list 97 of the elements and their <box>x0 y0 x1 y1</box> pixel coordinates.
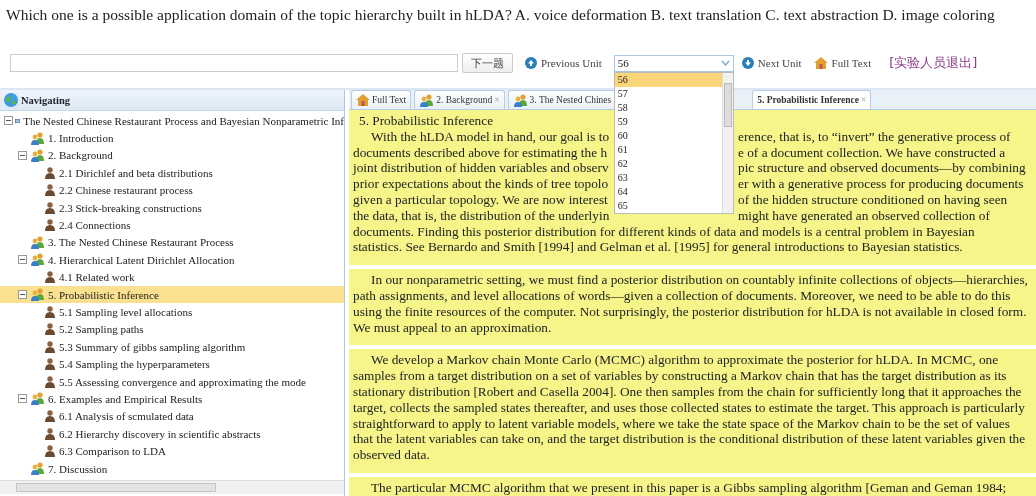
scrollbar[interactable] <box>721 72 733 213</box>
next-unit-link[interactable]: Next Unit <box>741 57 802 69</box>
tree-item[interactable]: 4.1 Related work <box>0 268 344 286</box>
house-icon <box>813 57 828 69</box>
person-icon <box>44 166 56 179</box>
dropdown-option[interactable]: 60 <box>614 128 722 143</box>
paragraph: The particular MCMC algorithm that we present in this paper is a Gibbs sampling algorithm [Geman and Geman 1984; <box>370 479 1008 496</box>
person-icon <box>44 323 56 336</box>
person-icon <box>44 219 56 232</box>
people-icon <box>30 462 45 475</box>
unit-select[interactable]: 56 <box>613 54 734 72</box>
house-icon <box>356 94 370 106</box>
tab[interactable]: 3. The Nested Chines <box>507 90 617 109</box>
dropdown-option[interactable]: 57 <box>614 86 722 101</box>
question-text: Which one is a possible application domain of the topic hierarchy built in hLDA? A. voice deformation B. text translation C. text abstraction D. image coloring <box>5 5 996 25</box>
tree-item[interactable]: 5.2 Sampling paths <box>0 320 344 339</box>
text-line: er with a generative process for producing documents <box>738 176 1024 192</box>
person-icon <box>44 306 56 318</box>
tree-item[interactable]: 4. Hierarchical Latent Dirichlet Allocation <box>0 251 344 269</box>
person-icon <box>44 358 56 371</box>
text-line: the data, that is, the distribution of the underlyin <box>353 207 611 224</box>
people-icon <box>419 93 435 107</box>
tree-item[interactable]: 1. Introduction <box>0 129 344 147</box>
tree-item[interactable]: 5.5 Assessing convergence and approximating the mode <box>0 372 344 391</box>
tree-item[interactable]: 2.2 Chinese restaurant process <box>0 181 344 199</box>
answer-field[interactable] <box>10 54 458 72</box>
person-icon <box>44 340 56 353</box>
people-icon <box>30 288 45 302</box>
text-line: statistics. See Bernardo and Smith [1994] and Gelman et al. [1995] for general introductions to Bayesian statistics. <box>353 239 964 256</box>
person-icon <box>44 410 56 423</box>
section-heading: 5. Probabilistic Inference <box>358 113 494 129</box>
next-question-button[interactable]: 下一题 <box>462 53 513 73</box>
tree-item[interactable]: 3. The Nested Chinese Restaurant Process <box>0 233 344 252</box>
exit-link[interactable]: [实验人员退出] <box>889 54 978 72</box>
dropdown-option[interactable]: 64 <box>614 184 722 199</box>
person-icon <box>44 201 56 214</box>
tree-item[interactable]: 2.1 Dirichlef and beta distributions <box>0 164 344 182</box>
person-icon <box>44 184 56 197</box>
tree-item[interactable]: 5. Probabilistic Inference <box>0 285 344 304</box>
dropdown-option[interactable]: 63 <box>614 170 722 185</box>
paragraph: We develop a Markov chain Monte Carlo (MCMC) algorithm to approximate the posterior for hLDA. In MCMC, one samples from a target distribution on a set of variables by constructing a Markov chain that has the target distribution as its stationary distribution [Robert and Casella 2004]. One then samples from the chain for sufficiently long that it approaches the target, collects the sampled states thereafter, and uses those collected states to estimate the target. This approach is particularly straightforward to apply to latent variable models, where we take the state space of the Markov chain to be the set of values that the latent variables can take on, and the target distribution is the conditional distribution of these latent variables given the observed data. <box>353 352 1027 463</box>
people-icon <box>30 148 45 162</box>
dropdown-option[interactable]: 65 <box>614 198 722 213</box>
up-arrow-icon <box>525 57 537 69</box>
person-icon <box>44 427 56 440</box>
people-icon <box>30 235 45 249</box>
text-line: might have generated an observed collection of <box>738 207 990 224</box>
dropdown-option[interactable]: 62 <box>614 156 722 171</box>
dropdown-option[interactable]: 58 <box>614 100 722 115</box>
text-line: documents. Finding this posterior distribution for different kinds of data and models is a central problem in Bayesian <box>353 223 976 240</box>
tree-item[interactable]: 7. Discussion <box>0 459 344 478</box>
tree-item[interactable]: 2. Background <box>0 146 344 165</box>
text-line: prior expectations about the kinds of tree topolo <box>353 176 610 192</box>
tree-item[interactable]: 6. Examples and Empirical Results <box>0 390 344 408</box>
collapse-icon[interactable] <box>18 290 27 300</box>
tree-item[interactable]: The Nested Chinese Restaurant Process and Bayesian Nonparametric Inf <box>0 112 344 130</box>
dropdown-option[interactable]: 61 <box>614 142 722 157</box>
tab[interactable]: 2. Background × <box>414 90 505 109</box>
collapse-icon[interactable] <box>18 150 27 160</box>
paragraph: In our nonparametric setting, we must find a posterior distribution on countably infinite collections of objects—hierarchies, path assignments, and level allocations of words—given a collection of documents. Moreover, we need to be able to do this using the finite resources of the computer. Not surprisingly, the posterior distribution for hLDA is not available in closed form. We must appeal to an approximation. <box>353 272 1029 336</box>
globe-icon <box>4 93 18 107</box>
panel-title: Navigating <box>21 94 70 106</box>
previous-unit-link[interactable]: Previous Unit <box>525 57 602 69</box>
text-line: given a particular topology. We are now interest <box>353 192 609 208</box>
text-line: With the hLDA model in hand, our goal is to <box>370 128 611 145</box>
text-line: joint distribution of hidden variables and observ <box>353 160 610 177</box>
collapse-icon[interactable] <box>18 255 27 265</box>
tree-item[interactable]: 6.3 Comparison to LDA <box>0 442 344 460</box>
tree-item[interactable]: 6.2 Hierarchy discovery in scientific abstracts <box>0 425 344 443</box>
text-line: e of a document collection. We have constructed a <box>738 144 1006 161</box>
tree-item[interactable]: 5.1 Sampling level allocations <box>0 303 344 321</box>
text-line: of the hidden structure conditioned on having seen <box>738 192 1008 208</box>
text-line: erence, that is, to “invert” the generative process of <box>738 128 1011 145</box>
text-line: pic structure and observed documents—by combining <box>738 160 1026 177</box>
people-icon <box>512 93 528 107</box>
tab[interactable]: 5. Probabilistic Inference × <box>752 90 872 109</box>
tree-item[interactable]: 2.3 Stick-breaking constructions <box>0 198 344 217</box>
tree-item[interactable]: 2.4 Connections <box>0 216 344 234</box>
people-icon <box>30 253 45 267</box>
tab[interactable]: Full Text <box>351 90 412 109</box>
collapse-icon[interactable] <box>4 116 13 126</box>
collapse-icon[interactable] <box>18 394 27 404</box>
scrollbar[interactable] <box>0 480 344 494</box>
tree-item[interactable]: 5.3 Summary of gibbs sampling algorithm <box>0 338 344 356</box>
dropdown-option[interactable]: 59 <box>614 114 722 129</box>
text-line: documents described above for estimating the h <box>353 144 609 161</box>
dropdown-option[interactable]: 56 <box>614 72 722 87</box>
down-arrow-icon <box>741 57 754 69</box>
person-icon <box>44 445 56 458</box>
full-text-link[interactable]: Full Text <box>813 57 872 69</box>
people-icon <box>30 392 45 406</box>
people-icon <box>30 131 45 145</box>
chevron-icon <box>720 59 730 66</box>
tree-item[interactable]: 6.1 Analysis of scmulated data <box>0 407 344 426</box>
person-icon <box>44 375 56 388</box>
tree-item[interactable]: 5.4 Sampling the hyperparameters <box>0 355 344 373</box>
person-icon <box>44 271 56 284</box>
